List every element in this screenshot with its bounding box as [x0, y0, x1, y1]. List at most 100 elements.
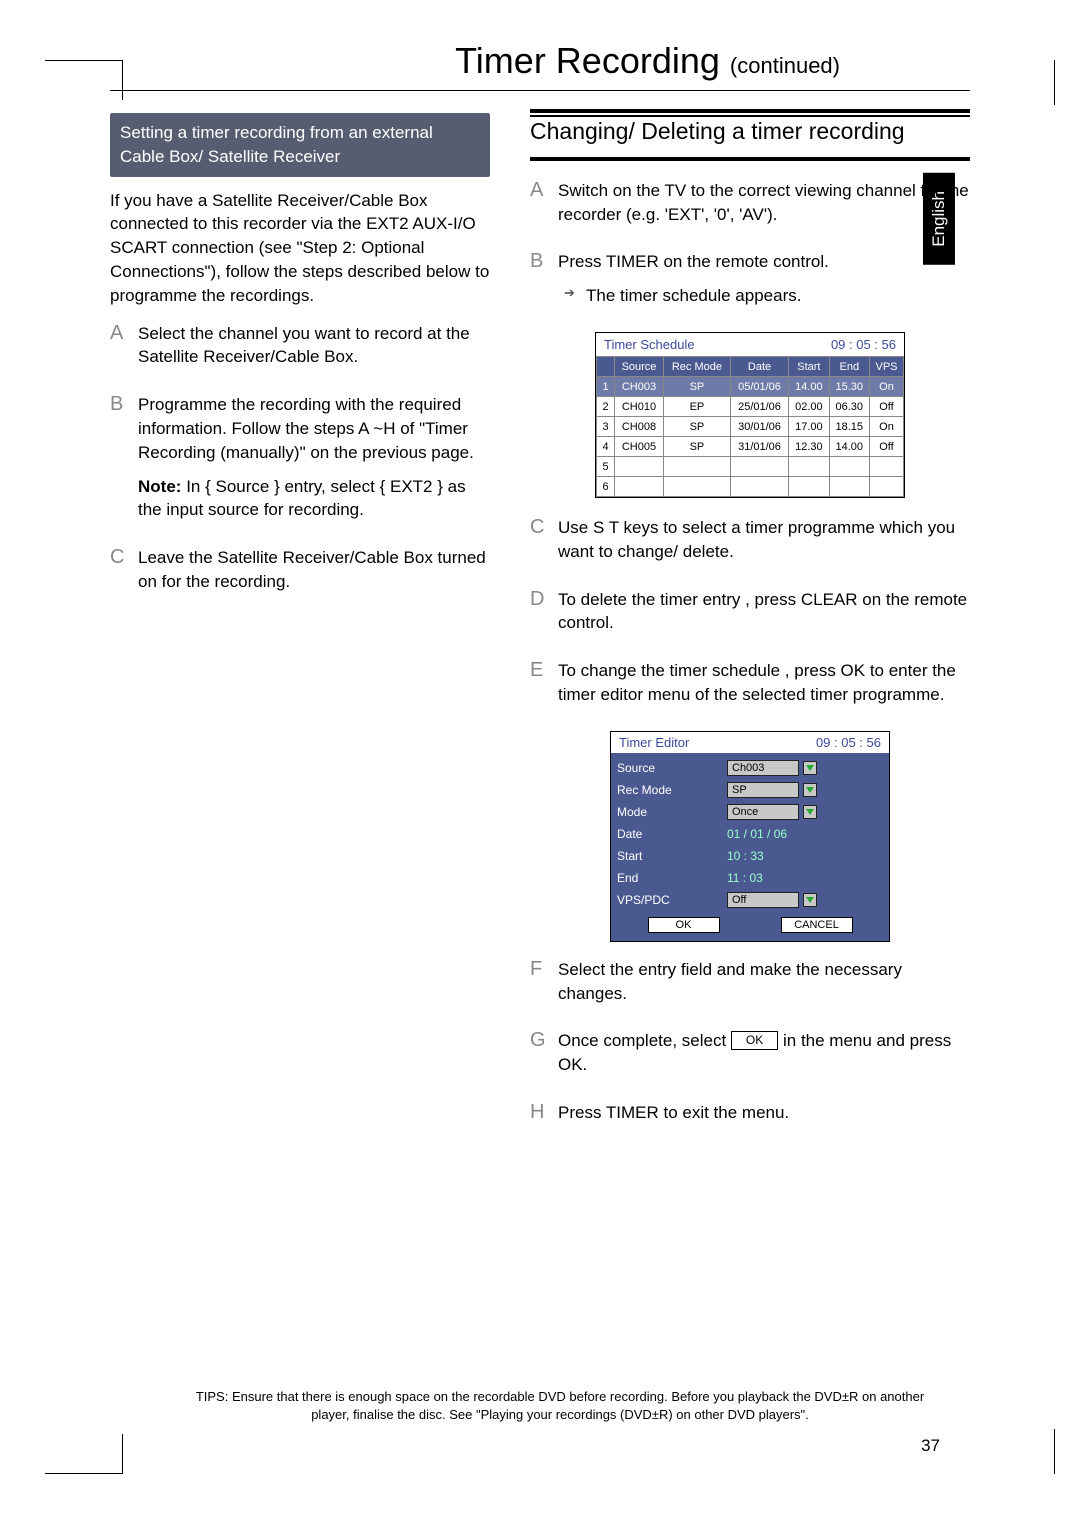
- step-text: Programme the recording with the require…: [138, 393, 490, 464]
- schedule-header: Rec Mode: [663, 357, 730, 377]
- step-left-A: A Select the channel you want to record …: [110, 322, 490, 380]
- step-text: Select the entry field and make the nece…: [558, 958, 970, 1006]
- schedule-cell: 5: [597, 457, 615, 477]
- step-letter: F: [530, 958, 548, 1016]
- step-text: Press TIMER to exit the menu.: [558, 1101, 789, 1125]
- dropdown-icon[interactable]: [803, 805, 817, 819]
- crop-mark-br: [1054, 1429, 1055, 1474]
- editor-label-start: Start: [617, 849, 727, 863]
- editor-cancel-button[interactable]: CANCEL: [781, 917, 853, 933]
- schedule-cell: [829, 457, 869, 477]
- editor-ok-button[interactable]: OK: [648, 917, 720, 933]
- schedule-cell: 18.15: [829, 417, 869, 437]
- step-left-C: C Leave the Satellite Receiver/Cable Box…: [110, 546, 490, 604]
- editor-value-start[interactable]: 10 : 33: [727, 849, 764, 863]
- left-section-header: Setting a timer recording from an extern…: [110, 113, 490, 177]
- schedule-cell: 4: [597, 437, 615, 457]
- editor-value-recmode[interactable]: SP: [727, 782, 799, 798]
- schedule-row[interactable]: 2CH010EP25/01/0602.0006.30Off: [597, 397, 904, 417]
- schedule-cell: 25/01/06: [730, 397, 788, 417]
- timer-editor-box: Timer Editor 09 : 05 : 56 SourceCh003 Re…: [610, 731, 890, 942]
- schedule-cell: [730, 477, 788, 497]
- schedule-row[interactable]: 3CH008SP30/01/0617.0018.15On: [597, 417, 904, 437]
- schedule-cell: Off: [869, 437, 903, 457]
- schedule-cell: 6: [597, 477, 615, 497]
- schedule-row[interactable]: 4CH005SP31/01/0612.3014.00Off: [597, 437, 904, 457]
- schedule-cell: 17.00: [789, 417, 829, 437]
- schedule-cell: SP: [663, 417, 730, 437]
- schedule-cell: [615, 477, 664, 497]
- step-letter: D: [530, 588, 548, 646]
- step-right-A: A Switch on the TV to the correct viewin…: [530, 179, 970, 237]
- schedule-header: Source: [615, 357, 664, 377]
- step-letter: E: [530, 659, 548, 717]
- schedule-cell: [730, 457, 788, 477]
- title-continued: (continued): [730, 53, 840, 78]
- schedule-header: Date: [730, 357, 788, 377]
- step-letter: A: [110, 322, 128, 380]
- schedule-cell: CH005: [615, 437, 664, 457]
- schedule-cell: SP: [663, 437, 730, 457]
- editor-label-vps: VPS/PDC: [617, 893, 727, 907]
- schedule-cell: 14.00: [789, 377, 829, 397]
- dropdown-icon[interactable]: [803, 783, 817, 797]
- step-text: Press TIMER on the remote control.: [558, 250, 829, 274]
- schedule-row[interactable]: 5: [597, 457, 904, 477]
- schedule-row[interactable]: 1CH003SP05/01/0614.0015.30On: [597, 377, 904, 397]
- schedule-cell: On: [869, 417, 903, 437]
- step-note: Note: In { Source } entry, select { EXT2…: [138, 475, 490, 523]
- step-text: To change the timer schedule , press OK …: [558, 659, 970, 707]
- step-text: To delete the timer entry , press CLEAR …: [558, 588, 970, 636]
- schedule-cell: [829, 477, 869, 497]
- editor-label-mode: Mode: [617, 805, 727, 819]
- schedule-cell: CH010: [615, 397, 664, 417]
- step-letter: C: [110, 546, 128, 604]
- step-text: Switch on the TV to the correct viewing …: [558, 179, 970, 227]
- editor-label-source: Source: [617, 761, 727, 775]
- editor-value-date[interactable]: 01 / 01 / 06: [727, 827, 787, 841]
- dropdown-icon[interactable]: [803, 761, 817, 775]
- crop-mark-tr: [1054, 60, 1055, 105]
- editor-value-vps[interactable]: Off: [727, 892, 799, 908]
- timer-schedule-box: Timer Schedule 09 : 05 : 56 SourceRec Mo…: [595, 332, 905, 498]
- schedule-cell: 15.30: [829, 377, 869, 397]
- schedule-cell: Off: [869, 397, 903, 417]
- step-right-H: H Press TIMER to exit the menu.: [530, 1101, 970, 1135]
- step-letter: A: [530, 179, 548, 237]
- schedule-header: [597, 357, 615, 377]
- editor-clock: 09 : 05 : 56: [816, 735, 881, 750]
- editor-value-mode[interactable]: Once: [727, 804, 799, 820]
- step-g-pre: Once complete, select: [558, 1031, 731, 1050]
- page-number: 37: [921, 1436, 940, 1456]
- editor-value-source[interactable]: Ch003: [727, 760, 799, 776]
- right-section-header: Changing/ Deleting a timer recording: [530, 109, 970, 161]
- schedule-cell: 12.30: [789, 437, 829, 457]
- dropdown-icon[interactable]: [803, 893, 817, 907]
- schedule-cell: 14.00: [829, 437, 869, 457]
- schedule-cell: [869, 477, 903, 497]
- step-letter: G: [530, 1029, 548, 1087]
- editor-label-recmode: Rec Mode: [617, 783, 727, 797]
- schedule-cell: [789, 457, 829, 477]
- editor-value-end[interactable]: 11 : 03: [727, 871, 763, 885]
- schedule-row[interactable]: 6: [597, 477, 904, 497]
- schedule-cell: 06.30: [829, 397, 869, 417]
- step-right-B: B Press TIMER on the remote control. The…: [530, 250, 970, 318]
- step-right-F: F Select the entry field and make the ne…: [530, 958, 970, 1016]
- schedule-cell: [615, 457, 664, 477]
- editor-title: Timer Editor: [619, 735, 689, 750]
- schedule-cell: [789, 477, 829, 497]
- step-text: Leave the Satellite Receiver/Cable Box t…: [138, 546, 490, 594]
- step-text: Select the channel you want to record at…: [138, 322, 490, 370]
- tips-footer: TIPS: Ensure that there is enough space …: [180, 1388, 940, 1424]
- schedule-cell: 31/01/06: [730, 437, 788, 457]
- crop-mark-bl: [45, 1434, 123, 1474]
- schedule-cell: 3: [597, 417, 615, 437]
- step-left-B: B Programme the recording with the requi…: [110, 393, 490, 532]
- schedule-cell: 2: [597, 397, 615, 417]
- schedule-header: End: [829, 357, 869, 377]
- schedule-cell: 1: [597, 377, 615, 397]
- schedule-title: Timer Schedule: [604, 337, 695, 352]
- inline-ok-button: OK: [731, 1031, 778, 1050]
- schedule-cell: 05/01/06: [730, 377, 788, 397]
